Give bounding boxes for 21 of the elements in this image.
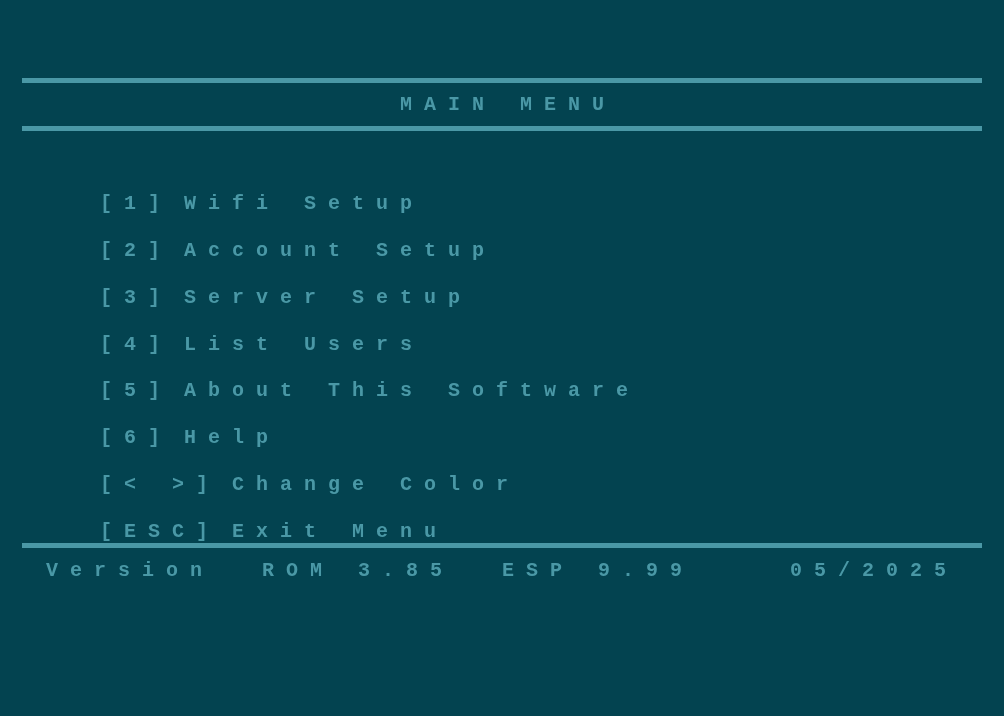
menu-item[interactable]: Account Setup: [184, 241, 497, 262]
menu-key[interactable]: [ESC]: [100, 521, 220, 542]
menu-item[interactable]: Wifi Setup: [184, 194, 425, 215]
menu-item[interactable]: Help: [184, 428, 281, 449]
menu-key[interactable]: [2]: [100, 241, 172, 262]
status-text: 05/2025: [790, 560, 959, 582]
menu-key[interactable]: [1]: [100, 194, 172, 215]
menu-key[interactable]: [6]: [100, 428, 172, 449]
status-text: Version: [46, 560, 215, 582]
menu-item[interactable]: Exit Menu: [232, 521, 449, 542]
menu-title: MAIN MENU: [400, 94, 616, 115]
status-text: ESP 9.99: [502, 560, 695, 582]
status-text: ROM 3.85: [262, 560, 455, 582]
menu-key[interactable]: [3]: [100, 287, 172, 308]
menu-item[interactable]: Change Color: [232, 474, 521, 495]
menu-item[interactable]: Server Setup: [184, 287, 473, 308]
menu-key[interactable]: [4]: [100, 334, 172, 355]
menu-key[interactable]: [5]: [100, 381, 172, 402]
menu-key[interactable]: [< >]: [100, 474, 220, 495]
menu-item[interactable]: About This Software: [184, 381, 641, 402]
menu-item[interactable]: List Users: [184, 334, 425, 355]
